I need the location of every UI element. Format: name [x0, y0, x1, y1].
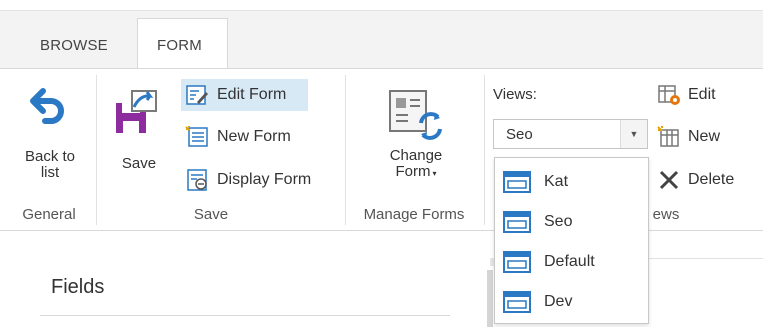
scroll-handle[interactable]	[487, 270, 493, 327]
view-delete-label: Delete	[688, 171, 735, 188]
group-label-general: General	[22, 206, 76, 223]
views-option[interactable]: Default	[495, 242, 648, 282]
views-option-label: Default	[544, 253, 595, 270]
view-new-label: New	[688, 128, 721, 145]
view-icon	[503, 251, 531, 273]
group-label-views: ews	[652, 206, 680, 223]
content-divider	[648, 258, 763, 259]
display-form-button[interactable]: Display Form	[181, 164, 341, 196]
view-icon	[503, 291, 531, 313]
edit-view-icon	[658, 85, 680, 105]
save-label: Save	[121, 155, 157, 172]
view-delete-button[interactable]: Delete	[656, 164, 756, 196]
tab-form[interactable]: FORM	[157, 37, 202, 54]
views-select[interactable]: Seo ▼	[493, 119, 648, 149]
caret-down-icon: ▾	[432, 169, 437, 178]
views-dropdown-list: Kat Seo Default Dev	[494, 157, 649, 324]
change-form-label: Change Form ▾	[389, 147, 443, 180]
group-label-save: Save	[193, 206, 229, 223]
fields-divider	[40, 315, 450, 316]
back-to-list-button[interactable]: Back to list	[10, 77, 90, 197]
views-option-label: Dev	[544, 293, 573, 310]
views-option[interactable]: Dev	[495, 282, 648, 322]
new-form-label: New Form	[217, 128, 291, 145]
group-separator	[484, 75, 485, 225]
views-option-label: Kat	[544, 173, 569, 190]
views-option[interactable]: Kat	[495, 162, 648, 202]
views-label: Views:	[493, 86, 537, 103]
chevron-down-icon[interactable]: ▼	[620, 120, 647, 148]
views-option[interactable]: Seo	[495, 202, 648, 242]
save-button[interactable]: Save	[106, 77, 172, 187]
fields-heading: Fields	[51, 276, 105, 298]
view-new-button[interactable]: New	[656, 121, 736, 153]
view-edit-label: Edit	[688, 86, 716, 103]
group-label-manage-forms: Manage Forms	[363, 206, 465, 223]
change-form-icon	[389, 90, 442, 140]
display-form-icon	[187, 169, 207, 191]
views-selected-value: Seo	[506, 126, 533, 143]
delete-x-icon	[659, 170, 679, 190]
new-form-button[interactable]: New Form	[181, 121, 321, 153]
group-separator	[96, 75, 97, 225]
tab-browse[interactable]: BROWSE	[40, 37, 108, 54]
view-edit-button[interactable]: Edit	[656, 79, 736, 111]
change-form-button[interactable]: Change Form ▾	[368, 77, 464, 192]
edit-form-button[interactable]: Edit Form	[181, 79, 308, 111]
top-strip	[0, 0, 763, 10]
view-icon	[503, 211, 531, 233]
display-form-label: Display Form	[217, 171, 312, 188]
edit-form-icon	[186, 85, 208, 105]
ribbon-tab-bar: BROWSE FORM	[0, 10, 763, 71]
views-option-label: Seo	[544, 213, 573, 230]
back-label: Back to list	[24, 148, 76, 181]
view-icon	[503, 171, 531, 193]
new-form-icon	[185, 126, 208, 147]
edit-form-label: Edit Form	[217, 86, 287, 103]
save-icon	[116, 90, 157, 133]
back-arrow-icon	[30, 88, 64, 124]
new-view-icon	[657, 126, 679, 147]
group-separator	[345, 75, 346, 225]
